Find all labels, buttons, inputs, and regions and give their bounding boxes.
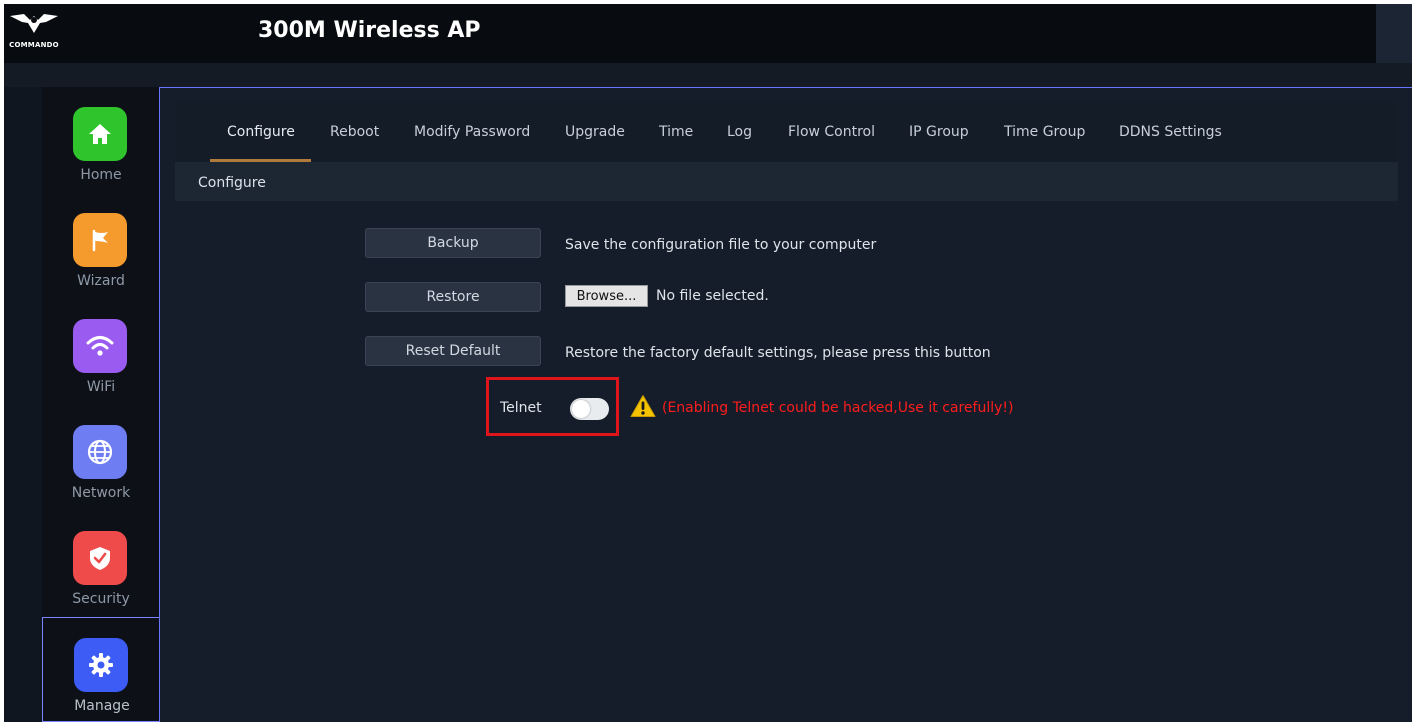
sidebar-item-manage[interactable]: Manage (42, 617, 160, 722)
sidebar-item-label: Network (71, 485, 131, 501)
tab-ip-group[interactable]: IP Group (909, 124, 969, 140)
brand-name: COMMANDO (9, 41, 59, 49)
tab-modify-password[interactable]: Modify Password (414, 124, 530, 140)
tab-time[interactable]: Time (659, 124, 693, 140)
tab-log[interactable]: Log (727, 124, 752, 140)
sidebar-item-label: Security (72, 591, 130, 607)
tab-ddns-settings[interactable]: DDNS Settings (1119, 124, 1222, 140)
wifi-icon (73, 319, 127, 373)
main-panel: Configure Reboot Modify Password Upgrade… (159, 87, 1412, 722)
section-header: Configure (175, 162, 1398, 201)
sidebar-item-wizard[interactable]: Wizard (42, 193, 160, 297)
tab-reboot[interactable]: Reboot (330, 124, 379, 140)
backup-description: Save the configuration file to your comp… (565, 237, 877, 253)
router-admin-window: COMMANDO 300M Wireless AP Home Wizard Wi… (4, 4, 1412, 722)
backup-button[interactable]: Backup (365, 228, 541, 258)
tab-time-group[interactable]: Time Group (1004, 124, 1085, 140)
app-title: 300M Wireless AP (258, 18, 481, 43)
sidebar-item-security[interactable]: Security (42, 511, 160, 615)
warning-icon (630, 394, 656, 418)
tab-bar: Configure Reboot Modify Password Upgrade… (175, 102, 1398, 162)
sidebar-item-label: Wizard (77, 273, 125, 289)
sidebar-item-label: Home (80, 167, 122, 183)
globe-icon (73, 425, 127, 479)
header-corner (1376, 4, 1412, 63)
sidebar-item-wifi[interactable]: WiFi (42, 299, 160, 403)
telnet-label: Telnet (500, 400, 542, 416)
sidebar-item-label: Manage (74, 698, 130, 714)
telnet-warning-text: (Enabling Telnet could be hacked,Use it … (662, 400, 1014, 416)
eagle-logo-icon (10, 14, 58, 33)
home-icon (73, 107, 127, 161)
tab-flow-control[interactable]: Flow Control (788, 124, 875, 140)
top-header: COMMANDO 300M Wireless AP (4, 4, 1376, 63)
toggle-knob (572, 400, 590, 418)
reset-description: Restore the factory default settings, pl… (565, 345, 991, 361)
sidebar-item-network[interactable]: Network (42, 405, 160, 509)
restore-button[interactable]: Restore (365, 282, 541, 312)
header-band (4, 63, 1412, 87)
telnet-toggle[interactable] (570, 398, 609, 420)
sidebar-item-label: WiFi (86, 379, 116, 395)
file-status-text: No file selected. (656, 288, 769, 304)
flag-icon (73, 213, 127, 267)
browse-file-button[interactable]: Browse... (565, 285, 648, 307)
section-title: Configure (198, 175, 266, 191)
reset-default-button[interactable]: Reset Default (365, 336, 541, 366)
sidebar-item-home[interactable]: Home (42, 87, 160, 191)
shield-icon (73, 531, 127, 585)
gear-icon (74, 638, 128, 692)
tab-upgrade[interactable]: Upgrade (565, 124, 625, 140)
tab-configure[interactable]: Configure (227, 124, 295, 140)
sidebar: Home Wizard WiFi Network Security Manage (42, 87, 160, 722)
brand-logo: COMMANDO (6, 8, 62, 54)
